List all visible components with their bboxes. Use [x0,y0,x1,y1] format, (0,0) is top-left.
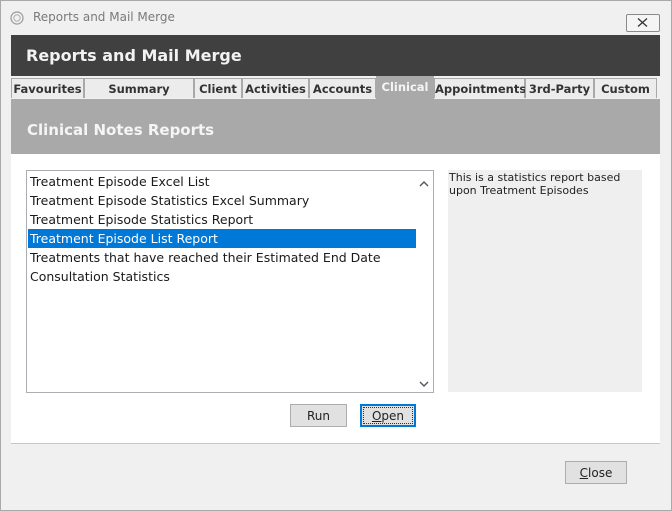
x-icon [637,18,648,27]
close-button[interactable]: Close [565,461,627,484]
dialog-heading: Reports and Mail Merge [26,46,242,65]
report-tabs: Favourites Summary Reports Client Activi… [11,76,660,116]
tab-activities[interactable]: Activities [242,78,309,98]
close-window-button[interactable] [626,14,660,32]
report-list-item-selected[interactable]: Treatment Episode List Report [28,229,418,248]
report-list-item[interactable]: Treatment Episode Excel List [28,172,418,191]
chevron-up-icon[interactable] [419,176,429,190]
tab-accounts[interactable]: Accounts [309,78,376,98]
report-list-item[interactable]: Consultation Statistics [28,267,418,286]
section-header: Clinical Notes Reports [11,99,660,154]
list-scrollbar[interactable] [416,171,433,392]
report-description-panel: This is a statistics report based upon T… [448,170,642,392]
report-description: This is a statistics report based upon T… [449,171,621,197]
report-list[interactable]: Treatment Episode Excel List Treatment E… [26,170,434,393]
app-logo-icon [10,11,24,25]
run-button[interactable]: Run [290,404,347,427]
tab-custom[interactable]: Custom [594,78,657,98]
close-label-rest: lose [588,466,613,480]
report-list-item[interactable]: Treatments that have reached their Estim… [28,248,418,267]
window-title: Reports and Mail Merge [33,10,175,24]
tab-clinical[interactable]: Clinical [376,76,434,99]
dialog-header: Reports and Mail Merge [11,35,660,76]
focus-rectangle [363,407,413,424]
dialog-footer: Close [1,444,671,510]
report-panel: Treatment Episode Excel List Treatment E… [11,154,660,444]
close-hotkey: C [579,466,589,480]
title-bar[interactable]: Reports and Mail Merge [1,1,671,33]
chevron-down-icon[interactable] [419,377,429,391]
report-list-item[interactable]: Treatment Episode Statistics Excel Summa… [28,191,418,210]
open-button[interactable]: Open [360,404,416,427]
tab-favourites[interactable]: Favourites [11,78,84,98]
reports-window: Reports and Mail Merge Reports and Mail … [0,0,672,511]
tab-3rd-party[interactable]: 3rd-Party [525,78,594,98]
tab-summary-reports[interactable]: Summary Reports [84,78,194,116]
tab-appointments[interactable]: Appointments [434,78,526,98]
section-title: Clinical Notes Reports [27,121,215,139]
report-list-item[interactable]: Treatment Episode Statistics Report [28,210,418,229]
tab-client[interactable]: Client [194,78,242,98]
